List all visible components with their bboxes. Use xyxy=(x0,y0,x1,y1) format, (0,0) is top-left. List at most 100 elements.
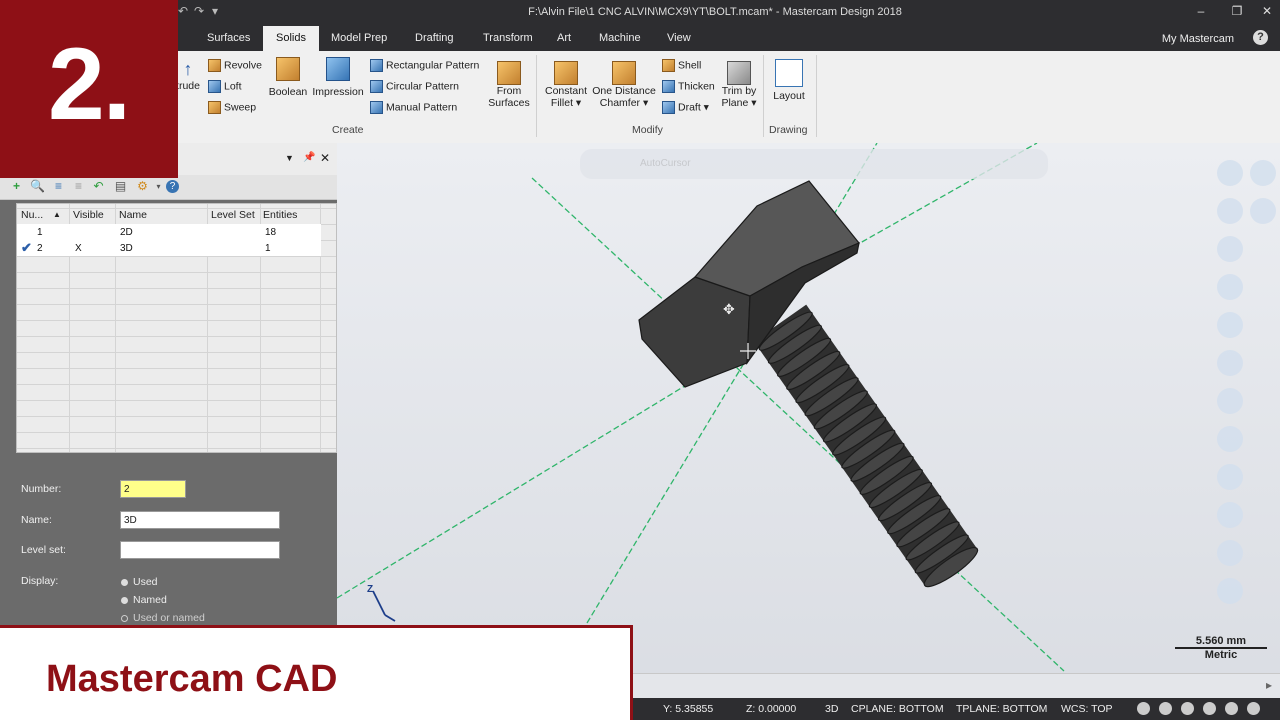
create-group-label: Create xyxy=(332,124,364,136)
no-entry-icon[interactable] xyxy=(1250,198,1276,224)
col-name[interactable]: Name xyxy=(119,209,147,221)
layers-disabled-icon[interactable]: ≡ xyxy=(72,180,85,193)
undo-icon[interactable]: ↶ xyxy=(92,180,105,193)
trim-by-plane-button[interactable]: Trim by Plane ▾ xyxy=(718,61,760,109)
number-field[interactable]: 2 xyxy=(120,480,186,498)
col-visible[interactable]: Visible xyxy=(73,209,104,221)
analyze-icon[interactable] xyxy=(1217,388,1243,414)
row-visible[interactable]: X xyxy=(75,243,82,254)
material-icon[interactable] xyxy=(1247,702,1260,715)
constant-fillet-button[interactable]: Constant Fillet ▾ xyxy=(542,61,590,109)
loft-button[interactable]: Loft xyxy=(208,80,242,93)
translucency-icon[interactable] xyxy=(1225,702,1238,715)
panel-menu-icon[interactable]: ▼ xyxy=(285,153,294,163)
panel-tool-icon[interactable] xyxy=(1217,502,1243,528)
transform-tool-icon[interactable] xyxy=(1217,464,1243,490)
layout-button[interactable]: Layout xyxy=(768,59,810,105)
circular-pattern-button[interactable]: Circular Pattern xyxy=(370,80,459,93)
display-used-or-named-radio[interactable]: Used or named xyxy=(121,612,205,624)
quick-access-menu-icon[interactable]: ▾ xyxy=(212,4,218,18)
shell-button[interactable]: Shell xyxy=(662,59,701,72)
tab-drafting[interactable]: Drafting xyxy=(405,26,464,51)
render-icon[interactable] xyxy=(1203,702,1216,715)
z-coordinate: Z: 0.00000 xyxy=(746,703,797,715)
tab-transform[interactable]: Transform xyxy=(473,26,543,51)
sweep-button[interactable]: Sweep xyxy=(208,101,256,114)
row-name: 3D xyxy=(120,243,133,254)
extrude-label: trude xyxy=(176,80,200,92)
panel-close-icon[interactable]: ✕ xyxy=(320,151,330,165)
tab-view[interactable]: View xyxy=(657,26,701,51)
wcs-status[interactable]: WCS: TOP xyxy=(1061,703,1113,715)
globe-icon[interactable] xyxy=(1137,702,1150,715)
table-row[interactable]: 1 2D 18 xyxy=(17,224,321,240)
tab-art[interactable]: Art xyxy=(547,26,581,51)
tab-model-prep[interactable]: Model Prep xyxy=(321,26,397,51)
my-mastercam-link[interactable]: My Mastercam xyxy=(1162,33,1234,45)
revolve-button[interactable]: Revolve xyxy=(208,59,262,72)
col-number[interactable]: Nu... xyxy=(21,209,43,221)
help-icon[interactable]: ? xyxy=(1253,30,1268,45)
tab-surfaces[interactable]: Surfaces xyxy=(197,26,260,51)
sort-up-icon[interactable]: ▲ xyxy=(53,210,61,219)
caption-banner: Mastercam CAD xyxy=(0,625,633,720)
rectangular-pattern-button[interactable]: Rectangular Pattern xyxy=(370,59,479,72)
layers-icon[interactable]: ≡ xyxy=(52,180,65,193)
spline-tool-icon[interactable] xyxy=(1217,274,1243,300)
view-clear-icon[interactable] xyxy=(1217,198,1243,224)
display-label: Display: xyxy=(21,575,59,587)
name-field[interactable]: 3D xyxy=(120,511,280,529)
display-used-radio[interactable]: Used xyxy=(121,576,158,588)
view-settings-icon[interactable] xyxy=(1250,160,1276,186)
from-surfaces-button[interactable]: From Surfaces xyxy=(487,61,531,109)
graphics-viewport[interactable]: ✥ Z AutoCursor 5.560 mm Metric ▸ xyxy=(337,143,1280,698)
quick-access-undo-icon[interactable]: ↶ xyxy=(178,4,188,18)
y-coordinate: Y: 5.35855 xyxy=(663,703,714,715)
axis-indicator xyxy=(372,590,396,622)
solid-tool-icon[interactable] xyxy=(1217,426,1243,452)
manual-pattern-button[interactable]: Manual Pattern xyxy=(370,101,457,114)
cplane-status[interactable]: CPLANE: BOTTOM xyxy=(851,703,944,715)
scroll-right-icon[interactable]: ▸ xyxy=(1266,678,1272,692)
settings-icon[interactable]: ⚙ xyxy=(136,180,149,193)
thicken-label: Thicken xyxy=(678,80,715,93)
quick-access-redo-icon[interactable]: ↷ xyxy=(194,4,204,18)
shaded-icon[interactable] xyxy=(1181,702,1194,715)
tab-machine[interactable]: Machine xyxy=(589,26,651,51)
one-distance-chamfer-button[interactable]: One Distance Chamfer ▾ xyxy=(591,61,657,109)
view-add-icon[interactable] xyxy=(1217,160,1243,186)
draft-label: Draft ▾ xyxy=(678,101,709,114)
autocursor-label[interactable]: AutoCursor xyxy=(640,158,691,169)
mirror-tool-icon[interactable] xyxy=(1217,578,1243,604)
impression-button[interactable]: Impression xyxy=(310,57,366,103)
settings-dropdown-icon[interactable]: ▾ xyxy=(152,180,165,193)
draft-button[interactable]: Draft ▾ xyxy=(662,101,709,114)
circle-tool-icon[interactable] xyxy=(1217,236,1243,262)
restore-icon[interactable]: ❐ xyxy=(1226,4,1248,18)
tplane-status[interactable]: TPLANE: BOTTOM xyxy=(956,703,1047,715)
close-icon[interactable]: ✕ xyxy=(1256,4,1278,18)
minimize-icon[interactable]: – xyxy=(1190,4,1212,18)
screenshot-icon[interactable] xyxy=(1217,312,1243,338)
boolean-button[interactable]: Boolean xyxy=(266,57,310,103)
display-named-radio[interactable]: Named xyxy=(121,594,167,606)
impression-icon xyxy=(326,57,350,81)
autocursor-toolbar[interactable]: AutoCursor xyxy=(580,149,1048,179)
tab-solids[interactable]: Solids xyxy=(263,26,319,51)
split-tool-icon[interactable] xyxy=(1217,540,1243,566)
view-mode[interactable]: 3D xyxy=(825,703,838,715)
pin-icon[interactable]: 📌 xyxy=(303,152,315,163)
add-level-icon[interactable]: + xyxy=(10,180,23,193)
thicken-button[interactable]: Thicken xyxy=(662,80,715,93)
help-circle-icon[interactable]: ? xyxy=(166,180,179,193)
chamfer-icon xyxy=(612,61,636,85)
search-icon[interactable]: 🔍 xyxy=(30,180,45,193)
level-set-field[interactable] xyxy=(120,541,280,559)
clipboard-icon[interactable]: ▤ xyxy=(114,180,127,193)
measure-icon[interactable] xyxy=(1217,350,1243,376)
layout-label: Layout xyxy=(773,90,805,102)
col-entities[interactable]: Entities xyxy=(263,209,297,221)
table-row[interactable]: ✔ 2 X 3D 1 xyxy=(17,240,321,256)
wireframe-icon[interactable] xyxy=(1159,702,1172,715)
col-level-set[interactable]: Level Set xyxy=(211,209,255,221)
